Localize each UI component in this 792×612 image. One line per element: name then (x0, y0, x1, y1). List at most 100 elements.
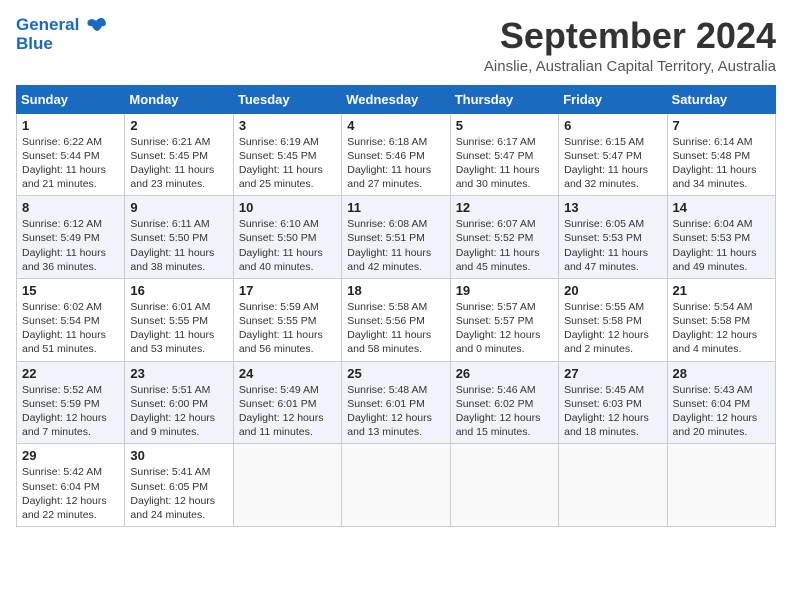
day-number: 13 (564, 200, 661, 215)
day-info: Sunrise: 5:58 AMSunset: 5:56 PMDaylight:… (347, 300, 444, 357)
calendar-week-row: 8 Sunrise: 6:12 AMSunset: 5:49 PMDaylight… (17, 196, 776, 279)
day-info: Sunrise: 6:02 AMSunset: 5:54 PMDaylight:… (22, 300, 119, 357)
title-area: September 2024 Ainslie, Australian Capit… (484, 16, 776, 75)
calendar-cell: 13 Sunrise: 6:05 AMSunset: 5:53 PMDayligh… (559, 196, 667, 279)
day-info: Sunrise: 6:08 AMSunset: 5:51 PMDaylight:… (347, 217, 444, 274)
day-info: Sunrise: 5:52 AMSunset: 5:59 PMDaylight:… (22, 383, 119, 440)
day-info: Sunrise: 6:12 AMSunset: 5:49 PMDaylight:… (22, 217, 119, 274)
day-info: Sunrise: 6:10 AMSunset: 5:50 PMDaylight:… (239, 217, 336, 274)
day-number: 8 (22, 200, 119, 215)
day-number: 25 (347, 366, 444, 381)
day-info: Sunrise: 5:41 AMSunset: 6:05 PMDaylight:… (130, 465, 227, 522)
calendar-cell: 17 Sunrise: 5:59 AMSunset: 5:55 PMDayligh… (233, 278, 341, 361)
day-number: 16 (130, 283, 227, 298)
calendar-cell: 3 Sunrise: 6:19 AMSunset: 5:45 PMDaylight… (233, 113, 341, 196)
calendar-cell: 7 Sunrise: 6:14 AMSunset: 5:48 PMDaylight… (667, 113, 775, 196)
day-info: Sunrise: 6:11 AMSunset: 5:50 PMDaylight:… (130, 217, 227, 274)
calendar-cell: 23 Sunrise: 5:51 AMSunset: 6:00 PMDayligh… (125, 361, 233, 444)
day-info: Sunrise: 6:14 AMSunset: 5:48 PMDaylight:… (673, 135, 770, 192)
day-number: 10 (239, 200, 336, 215)
calendar-cell: 15 Sunrise: 6:02 AMSunset: 5:54 PMDayligh… (17, 278, 125, 361)
day-info: Sunrise: 6:21 AMSunset: 5:45 PMDaylight:… (130, 135, 227, 192)
calendar-cell: 16 Sunrise: 6:01 AMSunset: 5:55 PMDayligh… (125, 278, 233, 361)
calendar-week-row: 15 Sunrise: 6:02 AMSunset: 5:54 PMDayligh… (17, 278, 776, 361)
logo: General Blue (16, 16, 108, 53)
calendar-cell: 30 Sunrise: 5:41 AMSunset: 6:05 PMDayligh… (125, 444, 233, 527)
calendar-cell: 4Sunrise: 6:18 AMSunset: 5:46 PMDaylight… (342, 113, 450, 196)
calendar-cell (342, 444, 450, 527)
calendar-header-sunday: Sunday (17, 85, 125, 113)
calendar-cell: 2 Sunrise: 6:21 AMSunset: 5:45 PMDaylight… (125, 113, 233, 196)
calendar-cell (233, 444, 341, 527)
day-info: Sunrise: 6:05 AMSunset: 5:53 PMDaylight:… (564, 217, 661, 274)
day-number: 21 (673, 283, 770, 298)
month-title: September 2024 (484, 16, 776, 56)
calendar-cell: 5 Sunrise: 6:17 AMSunset: 5:47 PMDaylight… (450, 113, 558, 196)
day-number: 4 (347, 118, 444, 133)
logo-bird-icon (86, 17, 108, 35)
day-number: 22 (22, 366, 119, 381)
day-info: Sunrise: 5:57 AMSunset: 5:57 PMDaylight:… (456, 300, 553, 357)
day-info: Sunrise: 5:51 AMSunset: 6:00 PMDaylight:… (130, 383, 227, 440)
day-number: 7 (673, 118, 770, 133)
day-number: 3 (239, 118, 336, 133)
day-info: Sunrise: 6:19 AMSunset: 5:45 PMDaylight:… (239, 135, 336, 192)
calendar-cell: 10 Sunrise: 6:10 AMSunset: 5:50 PMDayligh… (233, 196, 341, 279)
calendar-cell: 20 Sunrise: 5:55 AMSunset: 5:58 PMDayligh… (559, 278, 667, 361)
calendar-cell (450, 444, 558, 527)
day-number: 24 (239, 366, 336, 381)
day-number: 23 (130, 366, 227, 381)
day-info: Sunrise: 5:42 AMSunset: 6:04 PMDaylight:… (22, 465, 119, 522)
day-info: Sunrise: 6:07 AMSunset: 5:52 PMDaylight:… (456, 217, 553, 274)
calendar-cell: 26 Sunrise: 5:46 AMSunset: 6:02 PMDayligh… (450, 361, 558, 444)
day-info: Sunrise: 5:54 AMSunset: 5:58 PMDaylight:… (673, 300, 770, 357)
day-number: 30 (130, 448, 227, 463)
calendar-cell: 11Sunrise: 6:08 AMSunset: 5:51 PMDayligh… (342, 196, 450, 279)
day-number: 19 (456, 283, 553, 298)
day-number: 5 (456, 118, 553, 133)
day-info: Sunrise: 6:04 AMSunset: 5:53 PMDaylight:… (673, 217, 770, 274)
day-number: 17 (239, 283, 336, 298)
calendar-cell: 24 Sunrise: 5:49 AMSunset: 6:01 PMDayligh… (233, 361, 341, 444)
day-number: 2 (130, 118, 227, 133)
day-number: 26 (456, 366, 553, 381)
day-number: 15 (22, 283, 119, 298)
calendar-header-row: SundayMondayTuesdayWednesdayThursdayFrid… (17, 85, 776, 113)
calendar-header-friday: Friday (559, 85, 667, 113)
day-info: Sunrise: 5:45 AMSunset: 6:03 PMDaylight:… (564, 383, 661, 440)
calendar-header-wednesday: Wednesday (342, 85, 450, 113)
day-info: Sunrise: 5:49 AMSunset: 6:01 PMDaylight:… (239, 383, 336, 440)
day-number: 18 (347, 283, 444, 298)
calendar-cell: 12 Sunrise: 6:07 AMSunset: 5:52 PMDayligh… (450, 196, 558, 279)
calendar-cell: 19 Sunrise: 5:57 AMSunset: 5:57 PMDayligh… (450, 278, 558, 361)
day-info: Sunrise: 5:46 AMSunset: 6:02 PMDaylight:… (456, 383, 553, 440)
day-info: Sunrise: 5:48 AMSunset: 6:01 PMDaylight:… (347, 383, 444, 440)
calendar-header-monday: Monday (125, 85, 233, 113)
day-info: Sunrise: 6:01 AMSunset: 5:55 PMDaylight:… (130, 300, 227, 357)
day-number: 12 (456, 200, 553, 215)
calendar-cell: 18 Sunrise: 5:58 AMSunset: 5:56 PMDayligh… (342, 278, 450, 361)
calendar-cell: 1Sunrise: 6:22 AMSunset: 5:44 PMDaylight… (17, 113, 125, 196)
day-info: Sunrise: 6:17 AMSunset: 5:47 PMDaylight:… (456, 135, 553, 192)
calendar-cell (667, 444, 775, 527)
day-number: 28 (673, 366, 770, 381)
day-info: Sunrise: 5:55 AMSunset: 5:58 PMDaylight:… (564, 300, 661, 357)
page-header: General Blue September 2024 Ainslie, Aus… (16, 16, 776, 75)
day-number: 9 (130, 200, 227, 215)
calendar-cell: 29Sunrise: 5:42 AMSunset: 6:04 PMDayligh… (17, 444, 125, 527)
calendar-cell: 28Sunrise: 5:43 AMSunset: 6:04 PMDayligh… (667, 361, 775, 444)
calendar-week-row: 1Sunrise: 6:22 AMSunset: 5:44 PMDaylight… (17, 113, 776, 196)
calendar-header-tuesday: Tuesday (233, 85, 341, 113)
day-number: 6 (564, 118, 661, 133)
calendar-cell (559, 444, 667, 527)
day-number: 1 (22, 118, 119, 133)
logo-text-blue: Blue (16, 35, 108, 54)
day-number: 20 (564, 283, 661, 298)
calendar-cell: 8 Sunrise: 6:12 AMSunset: 5:49 PMDaylight… (17, 196, 125, 279)
calendar-cell: 14Sunrise: 6:04 AMSunset: 5:53 PMDayligh… (667, 196, 775, 279)
location-subtitle: Ainslie, Australian Capital Territory, A… (484, 58, 776, 75)
calendar-table: SundayMondayTuesdayWednesdayThursdayFrid… (16, 85, 776, 527)
calendar-cell: 22 Sunrise: 5:52 AMSunset: 5:59 PMDayligh… (17, 361, 125, 444)
calendar-cell: 21 Sunrise: 5:54 AMSunset: 5:58 PMDayligh… (667, 278, 775, 361)
day-info: Sunrise: 5:59 AMSunset: 5:55 PMDaylight:… (239, 300, 336, 357)
